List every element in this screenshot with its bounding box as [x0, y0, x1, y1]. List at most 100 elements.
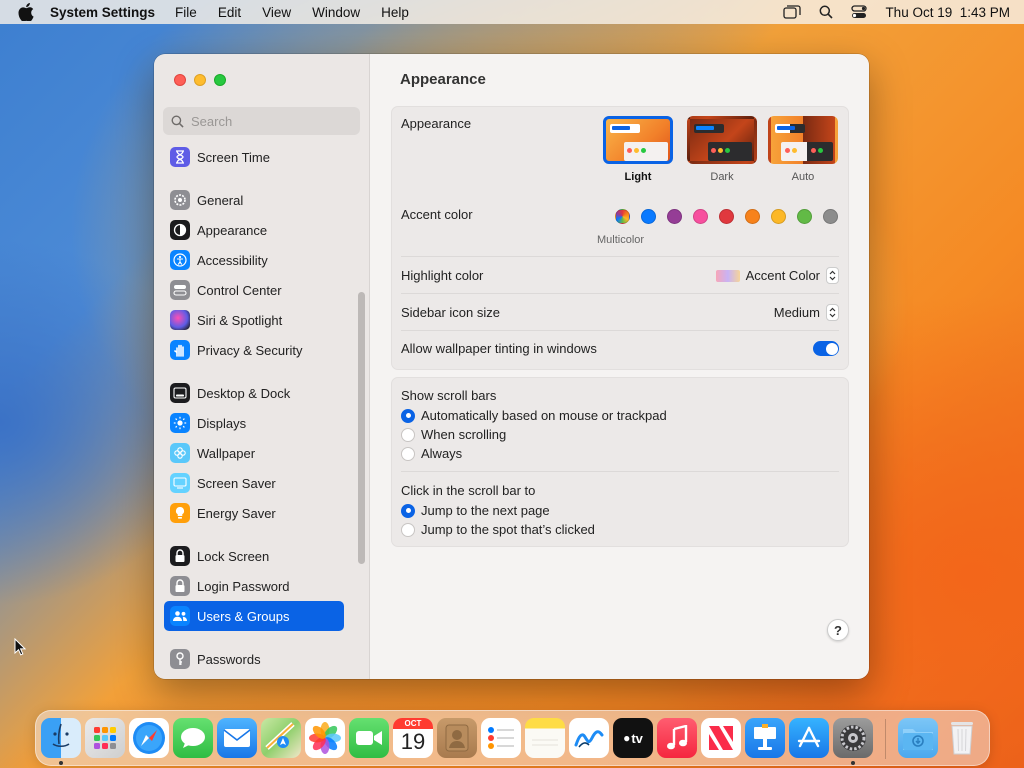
scroll-bars-when-scrolling-option[interactable]: When scrolling — [401, 427, 506, 442]
theme-auto-option[interactable]: Auto — [765, 116, 841, 183]
radio-button[interactable] — [401, 446, 415, 461]
radio-button[interactable] — [401, 427, 415, 442]
theme-light-option[interactable]: Light — [600, 116, 676, 183]
news-icon[interactable] — [701, 718, 741, 758]
calendar-icon[interactable]: OCT 19 — [393, 718, 433, 758]
sidebar-item-accessibility[interactable]: Accessibility — [164, 245, 344, 275]
system-settings-icon[interactable] — [833, 718, 873, 758]
sidebar-item-wallpaper[interactable]: Wallpaper — [164, 438, 344, 468]
keynote-icon[interactable] — [745, 718, 785, 758]
show-scroll-bars-row: Show scroll bars — [401, 388, 839, 403]
finder-icon[interactable] — [41, 718, 81, 758]
wallpaper-tinting-toggle[interactable] — [813, 341, 839, 356]
click-spot-option[interactable]: Jump to the spot that’s clicked — [401, 522, 595, 537]
search-field[interactable]: Search — [163, 107, 360, 135]
gear-icon — [170, 190, 190, 210]
sidebar-item-users-groups[interactable]: Users & Groups — [164, 601, 344, 631]
sidebar-item-label: General — [197, 192, 244, 208]
minimize-button[interactable] — [194, 74, 206, 86]
maps-icon[interactable] — [261, 718, 301, 758]
menu-edit[interactable]: Edit — [218, 5, 241, 20]
wallpaper-tinting-row: Allow wallpaper tinting in windows — [401, 341, 839, 356]
messages-icon[interactable] — [173, 718, 213, 758]
sidebar-item-label: Wallpaper — [197, 445, 256, 461]
launchpad-icon[interactable] — [85, 718, 125, 758]
sidebar-item-screen-time[interactable]: Screen Time — [164, 142, 344, 172]
accent-green-swatch[interactable] — [797, 209, 812, 224]
control-center-icon[interactable] — [851, 5, 868, 19]
accent-blue-swatch[interactable] — [641, 209, 656, 224]
freeform-icon[interactable] — [569, 718, 609, 758]
mouse-pointer-icon — [14, 637, 27, 659]
dock: OCT 19 ● tv — [35, 710, 990, 766]
zoom-button[interactable] — [214, 74, 226, 86]
theme-auto-preview — [768, 116, 838, 164]
reminders-icon[interactable] — [481, 718, 521, 758]
trash-icon[interactable] — [942, 718, 982, 758]
appearance-icon — [170, 220, 190, 240]
sidebar-item-login-password[interactable]: Login Password — [164, 571, 344, 601]
highlight-color-popup[interactable]: Accent Color — [715, 267, 839, 284]
radio-button[interactable] — [401, 503, 415, 518]
facetime-icon[interactable] — [349, 718, 389, 758]
accent-orange-swatch[interactable] — [745, 209, 760, 224]
radio-button[interactable] — [401, 408, 415, 423]
menu-window[interactable]: Window — [312, 5, 360, 20]
accent-multicolor-swatch[interactable] — [615, 209, 630, 224]
sidebar-item-privacy-security[interactable]: Privacy & Security — [164, 335, 344, 365]
sidebar-item-screen-saver[interactable]: Screen Saver — [164, 468, 344, 498]
photos-icon[interactable] — [305, 718, 345, 758]
music-icon[interactable] — [657, 718, 697, 758]
control-center-icon — [170, 280, 190, 300]
accent-graphite-swatch[interactable] — [823, 209, 838, 224]
scroll-bars-always-option[interactable]: Always — [401, 446, 462, 461]
chevron-updown-icon — [826, 267, 839, 284]
sidebar-item-appearance[interactable]: Appearance — [164, 215, 344, 245]
theme-dark-option[interactable]: Dark — [684, 116, 760, 183]
search-icon[interactable] — [819, 5, 834, 19]
notes-icon[interactable] — [525, 718, 565, 758]
close-button[interactable] — [174, 74, 186, 86]
sidebar-item-lock-screen[interactable]: Lock Screen — [164, 541, 344, 571]
sidebar-item-desktop-dock[interactable]: Desktop & Dock — [164, 378, 344, 408]
sidebar-scrollbar[interactable] — [358, 292, 365, 564]
sidebar-item-general[interactable]: General — [164, 185, 344, 215]
app-menu[interactable]: System Settings — [50, 5, 155, 20]
highlight-color-label: Highlight color — [401, 268, 484, 283]
sidebar-item-siri-spotlight[interactable]: Siri & Spotlight — [164, 305, 344, 335]
safari-icon[interactable] — [129, 718, 169, 758]
help-button[interactable]: ? — [827, 619, 849, 641]
sidebar-item-displays[interactable]: Displays — [164, 408, 344, 438]
apple-tv-icon[interactable]: ● tv — [613, 718, 653, 758]
click-scroll-bar-row: Click in the scroll bar to — [401, 483, 839, 498]
window-switcher-icon[interactable] — [783, 5, 802, 19]
menu-help[interactable]: Help — [381, 5, 409, 20]
radio-button[interactable] — [401, 522, 415, 537]
sidebar-item-label: Screen Time — [197, 149, 270, 165]
page-title: Appearance — [400, 71, 486, 88]
click-next-page-option[interactable]: Jump to the next page — [401, 503, 550, 518]
accent-red-swatch[interactable] — [719, 209, 734, 224]
menu-file[interactable]: File — [175, 5, 197, 20]
sidebar-item-energy-saver[interactable]: Energy Saver — [164, 498, 344, 528]
scroll-bars-automatic-option[interactable]: Automatically based on mouse or trackpad — [401, 408, 667, 423]
dock-separator — [885, 719, 886, 759]
sidebar-item-label: Control Center — [197, 282, 282, 298]
sidebar-item-passwords[interactable]: Passwords — [164, 644, 344, 674]
sidebar-icon-size-popup[interactable]: Medium — [774, 304, 839, 321]
sidebar-item-label: Passwords — [197, 651, 261, 667]
accent-pink-swatch[interactable] — [693, 209, 708, 224]
accent-yellow-swatch[interactable] — [771, 209, 786, 224]
accent-purple-swatch[interactable] — [667, 209, 682, 224]
app-store-icon[interactable] — [789, 718, 829, 758]
contacts-icon[interactable] — [437, 718, 477, 758]
downloads-folder-icon[interactable] — [898, 718, 938, 758]
menu-bar-clock[interactable]: Thu Oct 19 1:43 PM — [885, 5, 1010, 20]
calendar-month: OCT — [393, 718, 433, 729]
menu-view[interactable]: View — [262, 5, 291, 20]
sidebar-item-control-center[interactable]: Control Center — [164, 275, 344, 305]
apple-menu-icon[interactable] — [18, 3, 36, 21]
bulb-icon — [170, 503, 190, 523]
click-scroll-bar-label: Click in the scroll bar to — [401, 483, 536, 498]
mail-icon[interactable] — [217, 718, 257, 758]
